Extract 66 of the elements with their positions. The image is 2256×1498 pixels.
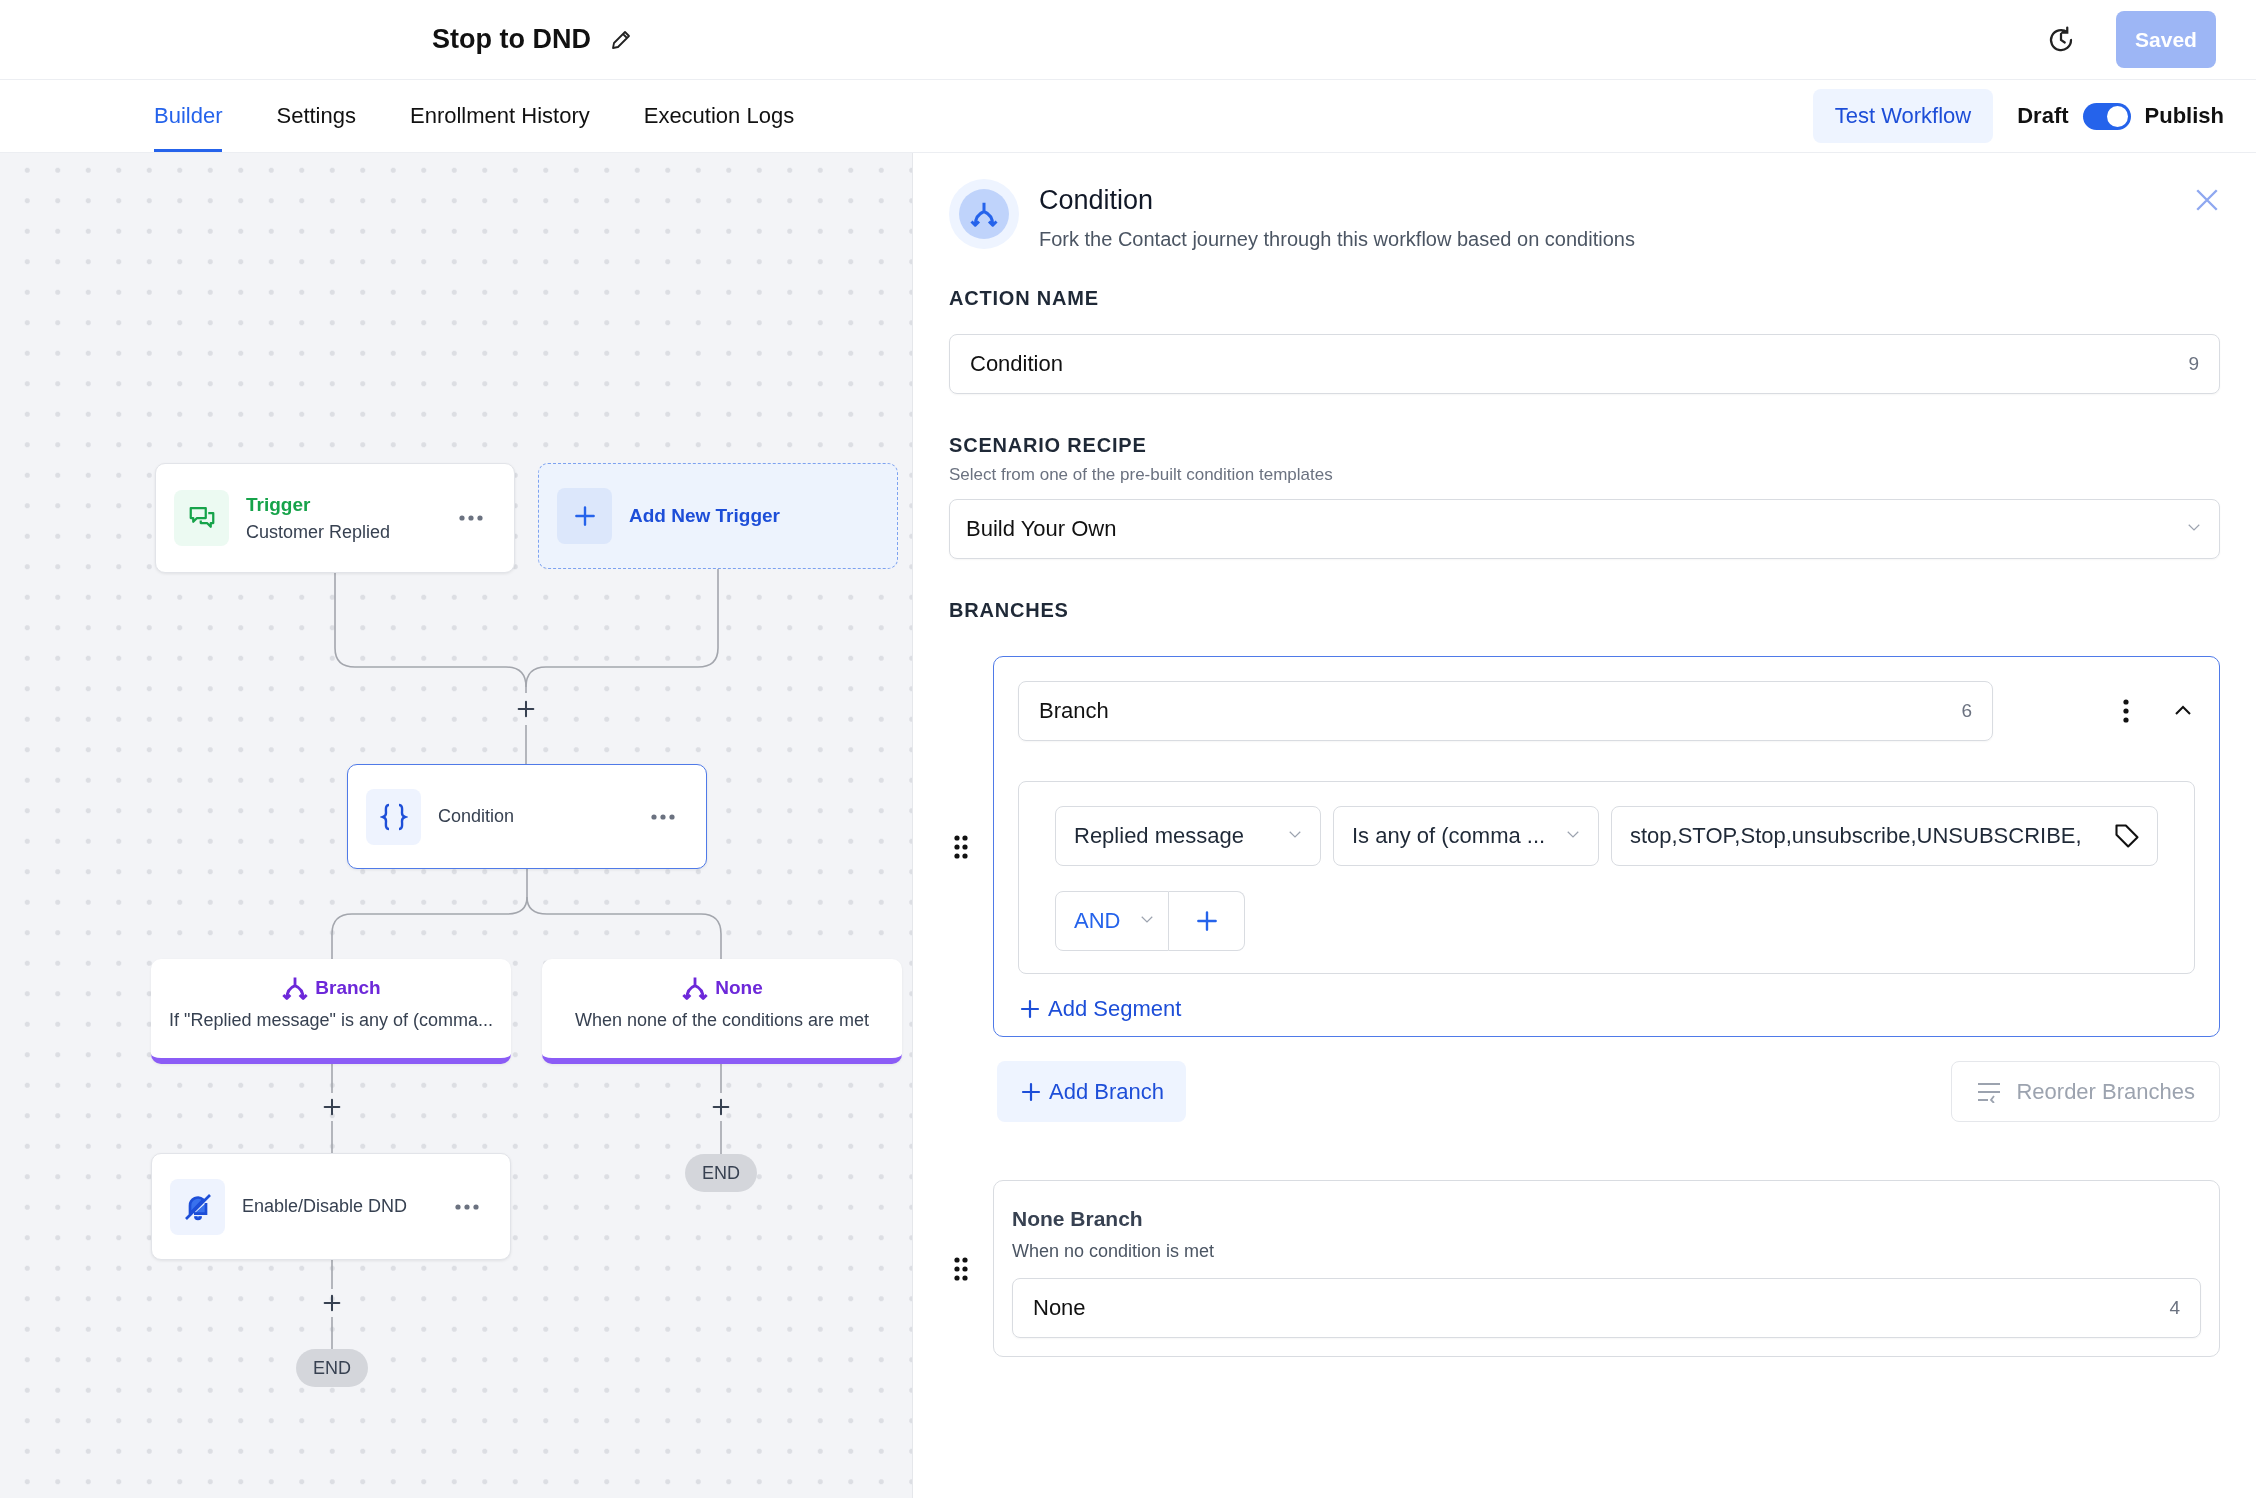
action-node-label: Enable/Disable DND xyxy=(242,1196,408,1217)
branch-name-field[interactable]: Branch 6 xyxy=(1018,681,1993,741)
character-count: 6 xyxy=(1961,700,1972,722)
publish-toggle[interactable] xyxy=(2082,102,2131,130)
tab[interactable]: Settings xyxy=(276,80,356,152)
tab[interactable]: Enrollment History xyxy=(410,80,590,152)
connector-line xyxy=(331,1259,333,1290)
branches-label: BRANCHES xyxy=(949,599,1070,622)
tab[interactable]: Execution Logs xyxy=(643,80,795,152)
add-trigger-card[interactable]: Add New Trigger xyxy=(538,463,898,569)
add-step-icon[interactable] xyxy=(321,1096,343,1118)
reorder-icon xyxy=(1976,1080,2003,1103)
none-branch-hint: When no condition is met xyxy=(1012,1241,1216,1262)
kebab-menu-icon[interactable] xyxy=(2121,698,2131,724)
field-select[interactable]: Replied message xyxy=(1055,806,1321,866)
add-branch-button[interactable]: Add Branch xyxy=(997,1061,1186,1122)
connector-line xyxy=(525,724,527,765)
add-step-icon[interactable] xyxy=(515,698,537,720)
workflow-title: Stop to DND xyxy=(432,24,591,55)
more-icon[interactable] xyxy=(650,812,676,821)
value-field[interactable]: stop,STOP,Stop,unsubscribe,UNSUBSCRIBE, xyxy=(1611,806,2158,866)
scenario-recipe-select[interactable]: Build Your Own xyxy=(949,499,2220,559)
condition-node-label: Condition xyxy=(438,806,515,827)
branch-card[interactable]: Branch If "Replied message" is any of (comma... xyxy=(151,959,511,1064)
branch-card[interactable]: None When none of the conditions are met xyxy=(542,959,902,1064)
trigger-name: Customer Replied xyxy=(246,521,391,543)
panel-description: Fork the Contact journey through this workflow based on conditions xyxy=(1039,228,1636,251)
connector-line xyxy=(331,1120,333,1154)
drag-handle-icon[interactable] xyxy=(953,833,969,860)
connector-line xyxy=(331,1316,333,1350)
branch-description: When none of the conditions are met xyxy=(574,1010,870,1031)
trigger-label: Trigger xyxy=(246,493,312,516)
action-name-field[interactable]: Condition 9 xyxy=(949,334,2220,394)
connector-line xyxy=(331,1063,333,1094)
action-card[interactable]: Enable/Disable DND xyxy=(151,1153,511,1260)
scenario-recipe-hint: Select from one of the pre-built condition templates xyxy=(949,465,1334,485)
panel-title: Condition xyxy=(1039,185,1155,216)
add-step-icon[interactable] xyxy=(710,1096,732,1118)
branch-title: None xyxy=(715,977,763,999)
test-workflow-button[interactable]: Test Workflow xyxy=(1812,89,1994,143)
operator-select[interactable]: Is any of (comma ... xyxy=(1333,806,1599,866)
drag-handle-icon[interactable] xyxy=(953,1255,969,1282)
end-marker: END xyxy=(296,1349,368,1387)
branch-description: If "Replied message" is any of (comma... xyxy=(169,1010,493,1031)
publish-label: Publish xyxy=(2144,103,2224,129)
draft-label: Draft xyxy=(2017,103,2069,129)
plus-icon[interactable] xyxy=(1018,997,1042,1021)
trigger-card[interactable]: Trigger Customer Replied xyxy=(155,463,515,573)
character-count: 9 xyxy=(2188,353,2199,375)
logic-select[interactable]: AND xyxy=(1055,891,1169,951)
none-branch-name-field[interactable]: None 4 xyxy=(1012,1278,2201,1338)
connector-line xyxy=(720,1120,722,1155)
end-marker: END xyxy=(685,1154,757,1192)
more-icon[interactable] xyxy=(454,1202,480,1211)
branch-title: Branch xyxy=(315,977,381,999)
connector-line xyxy=(720,1063,722,1094)
scenario-recipe-label: SCENARIO RECIPE xyxy=(949,434,1148,457)
character-count: 4 xyxy=(2169,1297,2180,1319)
add-step-icon[interactable] xyxy=(321,1292,343,1314)
braces-icon xyxy=(379,801,408,832)
action-name-label: ACTION NAME xyxy=(949,287,1100,310)
condition-card[interactable]: Condition xyxy=(347,764,707,869)
more-icon[interactable] xyxy=(458,514,484,522)
none-branch-title: None Branch xyxy=(1012,1207,1144,1231)
tag-icon xyxy=(2113,822,2141,850)
add-segment-link[interactable]: Add Segment xyxy=(1018,996,2195,1022)
